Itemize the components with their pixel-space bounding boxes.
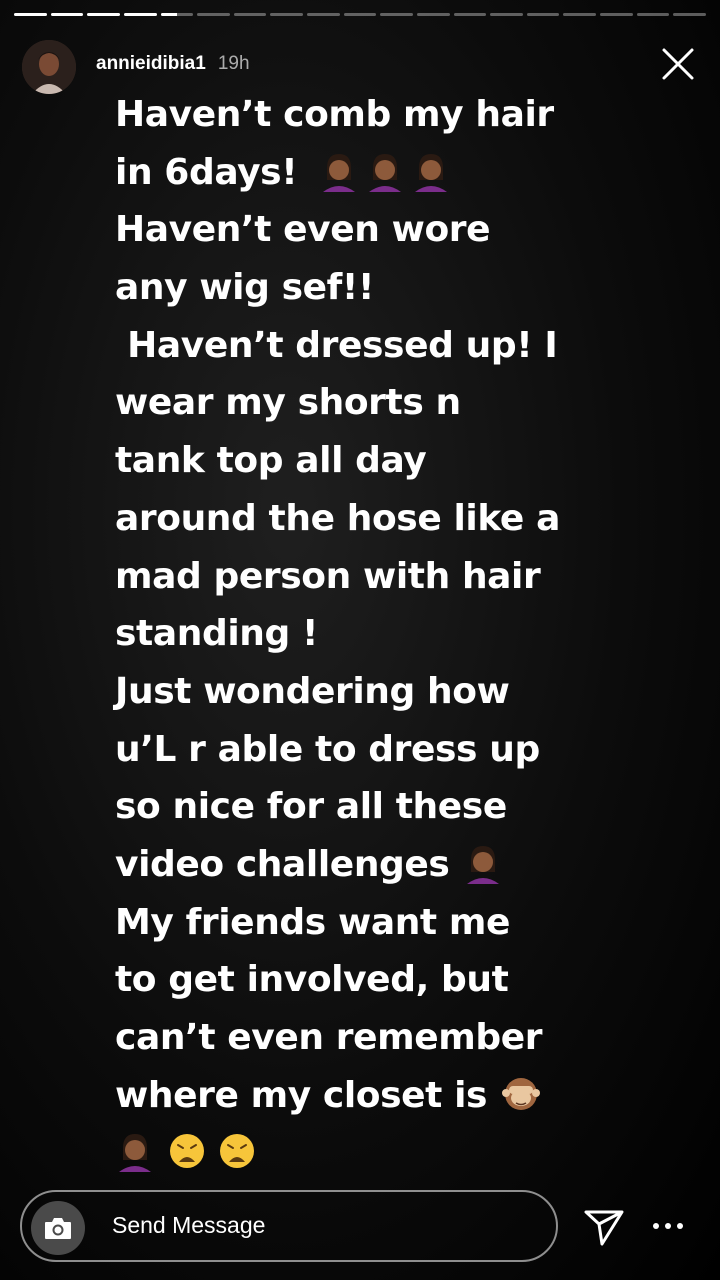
username[interactable]: annieidibia1	[96, 53, 206, 75]
story-line: My friends want me	[115, 901, 511, 943]
story-line: Haven’t comb my hair	[115, 94, 554, 135]
send-message-field[interactable]: Send Message	[20, 1190, 558, 1262]
story-line: standing !	[115, 613, 319, 655]
see-no-evil-monkey-emoji	[501, 1073, 541, 1115]
progress-segment-fill	[123, 13, 157, 16]
woman-facepalming-emoji	[115, 1130, 155, 1173]
story-line: Haven’t even wore	[115, 209, 491, 251]
progress-segment	[160, 13, 194, 16]
story-line: so nice for all these	[115, 786, 507, 828]
story-line: mad person with hair	[115, 555, 541, 597]
progress-segment-fill	[87, 13, 120, 16]
story-line: u’L r able to dress up	[115, 728, 540, 770]
woman-facepalming-emoji	[463, 842, 503, 884]
progress-segment	[636, 13, 670, 16]
progress-segment	[416, 13, 450, 16]
progress-segment	[87, 13, 120, 16]
story-line: in 6days!	[115, 144, 675, 202]
progress-segment	[50, 13, 84, 16]
progress-segment	[453, 13, 487, 16]
story-line: where my closet is	[115, 1067, 675, 1125]
progress-segment	[307, 13, 340, 16]
close-icon[interactable]	[658, 44, 698, 84]
story-line: around the hose like a	[115, 497, 560, 539]
progress-segment	[14, 13, 47, 16]
progress-segment	[343, 13, 377, 16]
story-line	[115, 1124, 675, 1182]
woman-facepalming-emoji	[319, 150, 359, 192]
story-line: video challenges	[115, 836, 675, 894]
story-line: tank top all day	[115, 440, 427, 482]
progress-segment	[380, 13, 413, 16]
progress-segment	[563, 13, 596, 16]
progress-segment	[197, 13, 230, 16]
avatar[interactable]	[22, 40, 76, 94]
progress-segment	[490, 13, 523, 16]
timestamp: 19h	[217, 53, 250, 74]
story-line: any wig sef!!	[115, 267, 374, 309]
story-line: wear my shorts n	[115, 382, 461, 424]
more-icon[interactable]	[650, 1212, 686, 1240]
reply-bar: Send Message	[20, 1190, 700, 1266]
progress-segment-fill	[14, 13, 47, 16]
progress-segment	[233, 13, 267, 16]
story-progress-bar	[14, 13, 706, 16]
camera-icon[interactable]	[31, 1201, 85, 1255]
story-line: can’t even remember	[115, 1017, 543, 1058]
story-line: Haven’t dressed up! I	[115, 324, 558, 366]
progress-segment	[673, 13, 706, 16]
send-icon[interactable]	[582, 1204, 626, 1248]
weary-face-emoji	[217, 1130, 257, 1172]
story-line: to get involved, but	[115, 959, 509, 1001]
woman-facepalming-emoji	[365, 150, 405, 192]
weary-face-emoji	[167, 1130, 207, 1172]
progress-segment	[123, 13, 157, 16]
progress-segment	[526, 13, 560, 16]
progress-segment-fill	[50, 13, 84, 16]
story-line: Just wondering how	[115, 670, 510, 712]
progress-segment	[600, 13, 633, 16]
progress-segment	[270, 13, 303, 16]
progress-segment-fill	[160, 13, 177, 16]
send-message-placeholder: Send Message	[112, 1212, 266, 1238]
woman-facepalming-emoji	[411, 150, 451, 192]
story-text: Haven’t comb my hair in 6days! Haven’t e…	[115, 86, 675, 1182]
story-header: annieidibia1 19h	[22, 38, 698, 94]
